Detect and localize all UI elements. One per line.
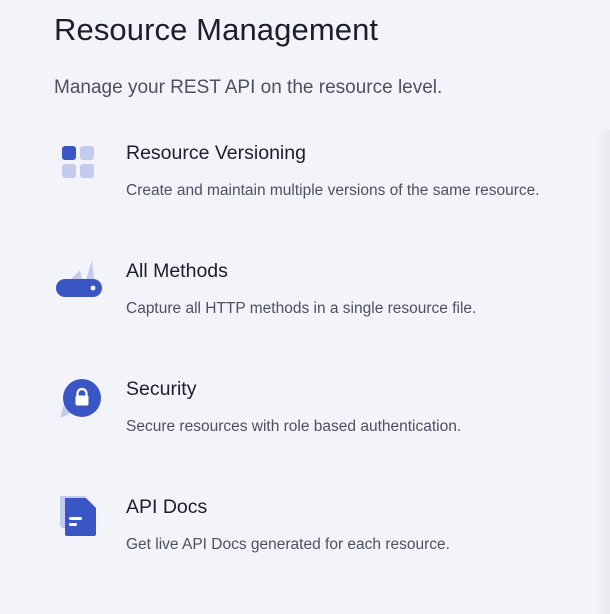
- right-edge-shade: [596, 130, 610, 614]
- page-title: Resource Management: [54, 12, 379, 47]
- document-icon: [56, 496, 104, 544]
- feature-title: API Docs: [126, 496, 208, 518]
- feature-title: Resource Versioning: [126, 142, 306, 164]
- feature-description: Get live API Docs generated for each res…: [126, 536, 450, 553]
- feature-api-docs: API Docs Get live API Docs generated for…: [54, 496, 594, 576]
- feature-title: Security: [126, 378, 197, 400]
- feature-description: Create and maintain multiple versions of…: [126, 182, 540, 199]
- grid-blocks-icon: [56, 142, 104, 190]
- feature-resource-versioning: Resource Versioning Create and maintain …: [54, 142, 594, 222]
- feature-description: Secure resources with role based authent…: [126, 418, 462, 435]
- feature-title: All Methods: [126, 260, 228, 282]
- page-subtitle: Manage your REST API on the resource lev…: [54, 77, 443, 98]
- feature-description: Capture all HTTP methods in a single res…: [126, 300, 477, 317]
- swiss-knife-icon: [56, 260, 104, 308]
- feature-security: Security Secure resources with role base…: [54, 378, 594, 458]
- lock-chat-icon: [56, 378, 104, 426]
- feature-all-methods: All Methods Capture all HTTP methods in …: [54, 260, 594, 340]
